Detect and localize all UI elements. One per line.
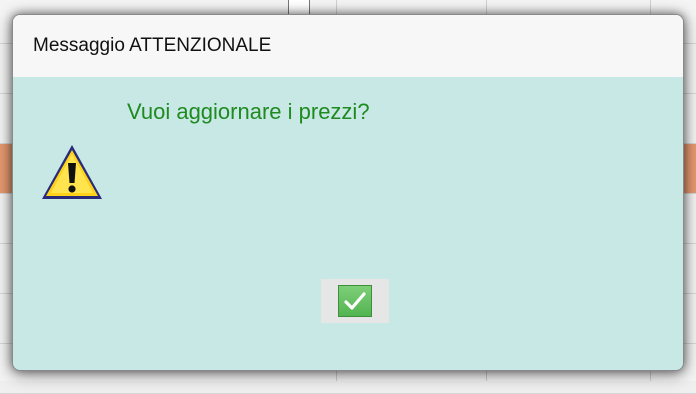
alert-dialog: Messaggio ATTENZIONALE Vuoi aggiornare i…: [12, 14, 684, 371]
dialog-title: Messaggio ATTENZIONALE: [33, 35, 272, 56]
dialog-titlebar: Messaggio ATTENZIONALE: [13, 15, 683, 77]
dialog-message: Vuoi aggiornare i prezzi?: [127, 99, 370, 124]
warning-icon: [39, 141, 105, 205]
ok-button[interactable]: [321, 279, 389, 323]
checkmark-icon: [338, 285, 372, 317]
